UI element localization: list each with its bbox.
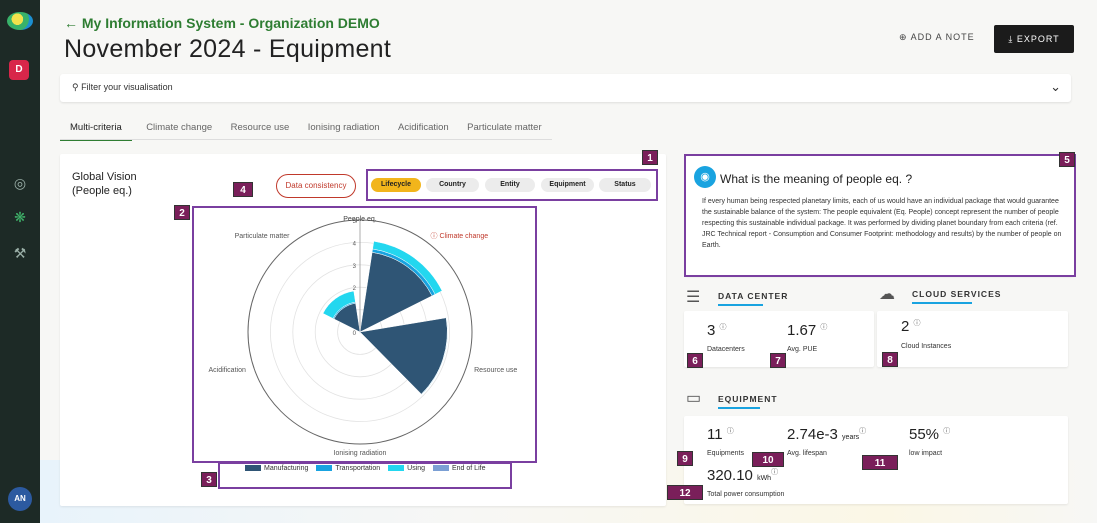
annotation-box xyxy=(366,169,658,201)
low-impact-value: 55% ⓘ xyxy=(909,426,951,443)
tab-acidification[interactable]: Acidification xyxy=(398,120,449,139)
filter-icon: ⚲ xyxy=(72,82,79,92)
low-impact-label: low impact xyxy=(909,450,943,457)
datacenters-label: Datacenters xyxy=(707,346,745,353)
lifespan-value: 2.74e-3 yearsⓘ xyxy=(787,426,867,443)
monitor-icon: ▭ xyxy=(686,390,702,407)
info-small-icon[interactable]: ⓘ xyxy=(727,428,734,435)
back-link[interactable]: ← My Information System - Organization D… xyxy=(64,15,380,31)
user-avatar[interactable]: AN xyxy=(8,487,32,511)
annotation-badge: 2 xyxy=(174,205,190,220)
annotation-badge: 1 xyxy=(642,150,658,165)
cloud-instances-label: Cloud Instances xyxy=(901,343,952,350)
download-icon: ⤓ xyxy=(1008,34,1014,44)
app-logo[interactable] xyxy=(7,12,33,30)
network-icon[interactable]: ❋ xyxy=(10,207,30,227)
equipment-title: EQUIPMENT xyxy=(718,394,778,404)
cloud-services-title: CLOUD SERVICES xyxy=(912,289,1002,299)
global-vision-title-line1: Global Vision xyxy=(72,171,137,183)
annotation-box xyxy=(684,154,1076,277)
cloud-services-underline xyxy=(912,302,972,304)
filter-bar[interactable]: ⚲ Filter your visualisation ⌄ xyxy=(60,74,1071,102)
info-small-icon[interactable]: ⓘ xyxy=(771,469,778,476)
annotation-badge: 9 xyxy=(677,451,693,466)
global-vision-title-line2: (People eq.) xyxy=(72,185,132,197)
wrench-icon[interactable]: ⚒ xyxy=(10,243,30,263)
lifespan-unit: years xyxy=(842,434,860,441)
annotation-badge: 7 xyxy=(770,353,786,368)
info-small-icon[interactable]: ⓘ xyxy=(914,320,921,327)
info-small-icon[interactable]: ⓘ xyxy=(720,324,727,331)
global-vision-title: Global Vision (People eq.) xyxy=(72,170,137,198)
equipments-value: 11 ⓘ xyxy=(707,426,734,443)
power-unit: kWh xyxy=(757,475,772,482)
power-value: 320.10 kWhⓘ xyxy=(707,467,779,484)
info-small-icon[interactable]: ⓘ xyxy=(820,324,827,331)
tab-particulate-matter[interactable]: Particulate matter xyxy=(467,120,541,139)
export-button[interactable]: ⤓ EXPORT xyxy=(994,25,1074,53)
annotation-box xyxy=(218,462,512,489)
info-small-icon[interactable]: ⓘ xyxy=(943,428,950,435)
annotation-badge: 4 xyxy=(233,182,253,197)
database-icon: ☰ xyxy=(686,289,701,306)
cloud-instances-value: 2 ⓘ xyxy=(901,318,921,335)
datacenters-value: 3 ⓘ xyxy=(707,322,727,339)
tabs-divider xyxy=(60,139,552,140)
tab-bar: Multi-criteria Climate change Resource u… xyxy=(60,117,556,141)
export-label: EXPORT xyxy=(1016,34,1060,44)
annotation-badge: 12 xyxy=(667,485,703,500)
add-note-button[interactable]: ⊕ ADD A NOTE xyxy=(899,32,975,43)
annotation-badge: 11 xyxy=(862,455,898,470)
tab-resource-use[interactable]: Resource use xyxy=(231,120,290,139)
tab-climate-change[interactable]: Climate change xyxy=(146,120,212,139)
page-title: November 2024 - Equipment xyxy=(64,35,392,63)
add-note-label: ADD A NOTE xyxy=(910,32,975,42)
filter-label: Filter your visualisation xyxy=(81,82,173,92)
equipment-underline xyxy=(718,407,760,409)
plus-circle-icon: ⊕ xyxy=(899,32,908,42)
sidebar: D ◎ ❋ ⚒ AN xyxy=(0,0,40,523)
data-center-underline xyxy=(718,304,763,306)
lifespan-label: Avg. lifespan xyxy=(787,450,827,457)
pue-label: Avg. PUE xyxy=(787,346,818,353)
info-small-icon[interactable]: ⓘ xyxy=(859,428,866,435)
data-consistency-button[interactable]: Data consistency xyxy=(276,174,356,198)
annotation-badge: 10 xyxy=(752,452,784,467)
organization-badge[interactable]: D xyxy=(9,60,29,80)
annotation-badge: 3 xyxy=(201,472,217,487)
annotation-box xyxy=(192,206,537,463)
tab-ionising-radiation[interactable]: Ionising radiation xyxy=(308,120,380,139)
data-center-title: DATA CENTER xyxy=(718,291,789,301)
chevron-down-icon[interactable]: ⌄ xyxy=(1050,79,1061,95)
cloud-icon: ☁ xyxy=(879,286,895,303)
power-label: Total power consumption xyxy=(707,491,785,498)
pue-value: 1.67 ⓘ xyxy=(787,322,828,339)
annotation-badge: 6 xyxy=(687,353,703,368)
annotation-badge: 8 xyxy=(882,352,898,367)
annotation-badge: 5 xyxy=(1059,152,1075,167)
equipments-label: Equipments xyxy=(707,450,744,457)
target-icon[interactable]: ◎ xyxy=(10,173,30,193)
tab-multi-criteria[interactable]: Multi-criteria xyxy=(60,120,132,141)
